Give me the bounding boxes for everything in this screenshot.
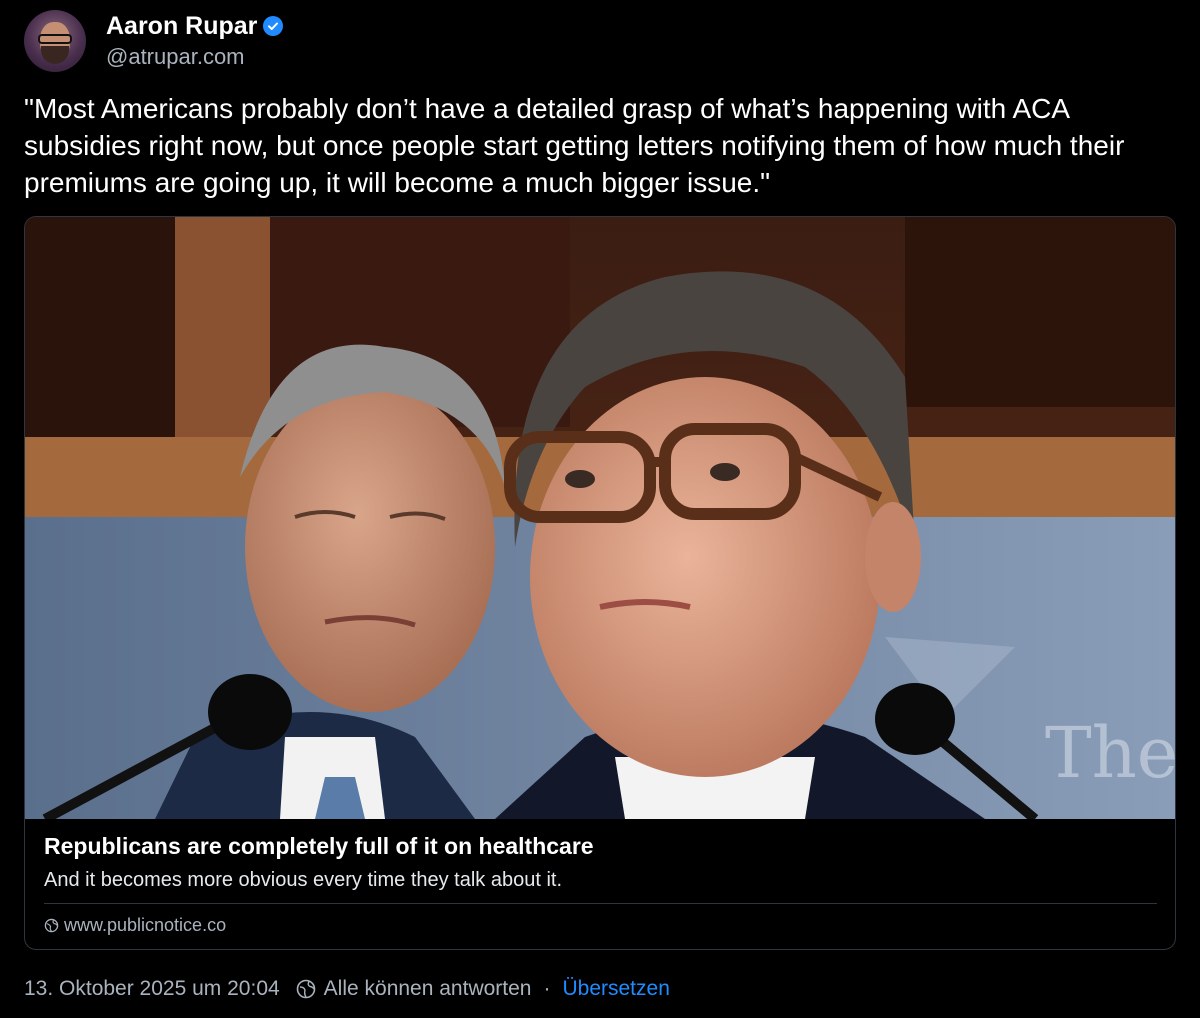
link-card-domain-text: www.publicnotice.co bbox=[64, 915, 227, 935]
post-text: "Most Americans probably don’t have a de… bbox=[24, 93, 1125, 198]
author-handle[interactable]: @atrupar.com bbox=[106, 43, 283, 71]
verified-check-icon bbox=[263, 16, 284, 36]
link-card-title: Republicans are completely full of it on… bbox=[44, 833, 594, 859]
link-card-image: The bbox=[25, 217, 1175, 819]
link-card-domain: www.publicnotice.co bbox=[44, 915, 226, 936]
link-card[interactable]: The Republicans are completely full of i… bbox=[24, 216, 1176, 950]
translate-link[interactable]: Übersetzen bbox=[562, 977, 669, 1001]
post-footer: 13. Oktober 2025 um 20:04 Alle können an… bbox=[24, 977, 670, 1001]
author-names: Aaron Rupar @atrupar.com bbox=[106, 11, 284, 71]
link-card-divider bbox=[44, 903, 1157, 904]
avatar[interactable] bbox=[24, 10, 86, 72]
globe-reply-icon bbox=[296, 979, 315, 999]
globe-icon bbox=[44, 918, 59, 933]
author-display-name[interactable]: Aaron Rupar bbox=[106, 11, 257, 41]
avatar-beard bbox=[41, 46, 69, 64]
avatar-glasses bbox=[38, 34, 72, 44]
reply-setting[interactable]: Alle können antworten bbox=[324, 977, 532, 1001]
footer-separator: · bbox=[543, 977, 551, 1000]
post-timestamp[interactable]: 13. Oktober 2025 um 20:04 bbox=[24, 977, 280, 1001]
name-row: Aaron Rupar bbox=[106, 11, 284, 41]
post-header: Aaron Rupar @atrupar.com bbox=[24, 10, 284, 72]
image-watermark: The bbox=[1045, 712, 1175, 794]
link-card-description: And it becomes more obvious every time t… bbox=[44, 869, 563, 891]
